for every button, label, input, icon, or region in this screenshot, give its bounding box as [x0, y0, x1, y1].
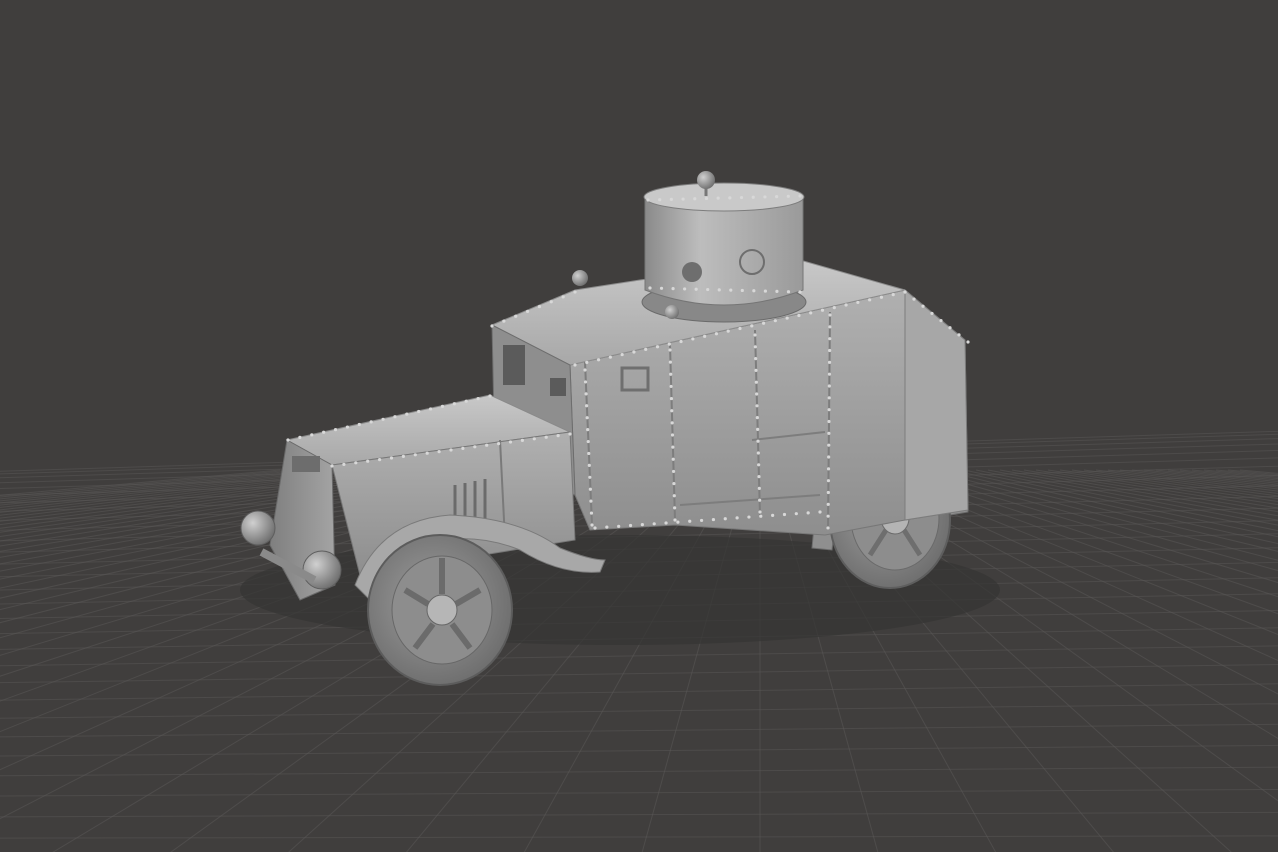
headlamp-right — [302, 550, 342, 590]
headlamp-left — [240, 510, 276, 546]
radiator-grille — [292, 456, 320, 472]
hull-rear — [904, 288, 969, 521]
vision-slit — [503, 345, 525, 385]
turret — [641, 171, 807, 323]
3d-viewport[interactable] — [0, 0, 1278, 852]
front-wheel — [367, 534, 513, 686]
roof-lamp — [572, 270, 588, 286]
roof-lamp — [665, 305, 679, 319]
armored-car-model[interactable] — [240, 171, 1000, 686]
vision-slit — [550, 378, 566, 396]
